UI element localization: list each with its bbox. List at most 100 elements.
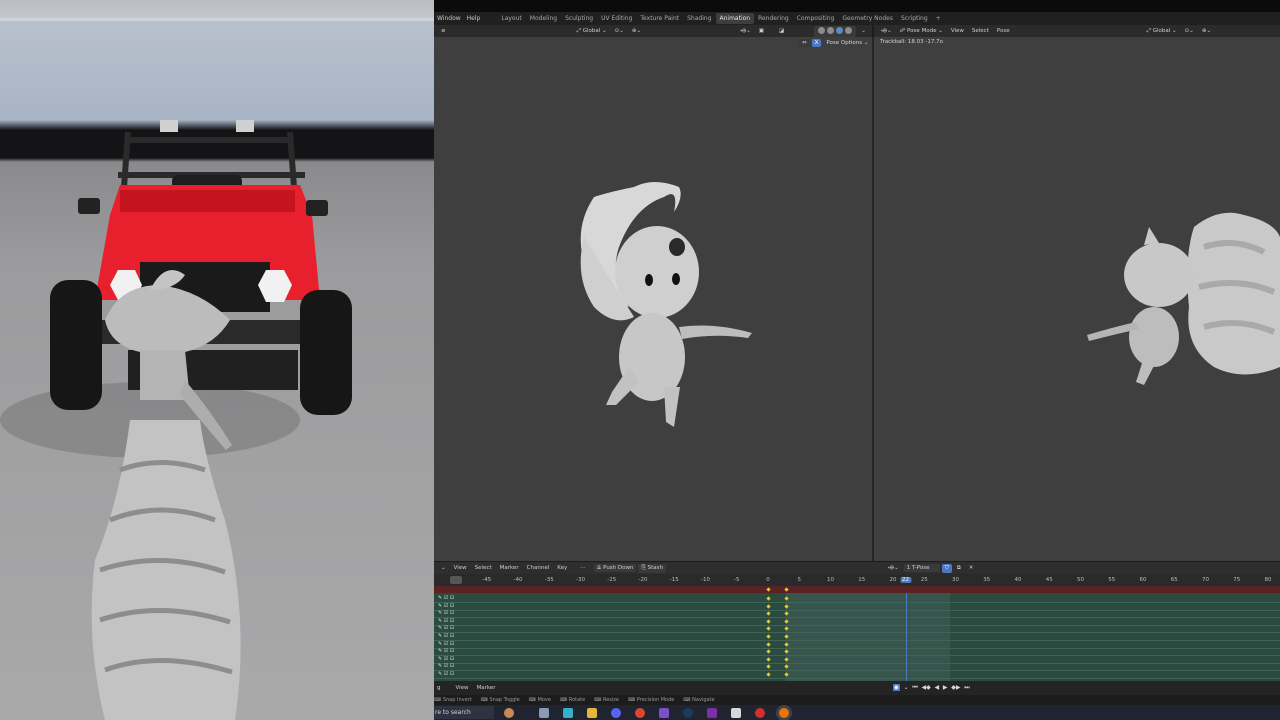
menu-view[interactable]: View	[948, 27, 967, 35]
ds-menu-select[interactable]: Select	[472, 564, 495, 572]
fake-user-icon[interactable]: ⛉	[941, 563, 952, 573]
tab-compositing[interactable]: Compositing	[793, 13, 839, 24]
overlay-icon[interactable]: ▣	[756, 27, 767, 35]
track-row[interactable]	[434, 602, 1280, 603]
jump-start-icon[interactable]: ⏮	[912, 684, 917, 692]
action-browse-icon[interactable]: ⬲⌄	[885, 564, 902, 573]
keyframe[interactable]	[765, 603, 771, 609]
solid-shading-icon[interactable]	[827, 26, 835, 34]
shading-modes[interactable]	[814, 25, 857, 37]
track-row[interactable]	[434, 647, 1280, 649]
keyframe[interactable]	[765, 641, 771, 647]
snap-icon[interactable]: ⊕⌄	[629, 27, 644, 35]
track-row[interactable]	[434, 609, 1280, 611]
menu-window[interactable]: Window	[434, 13, 464, 24]
pose-options-dropdown[interactable]: Pose Options ⌄	[823, 39, 871, 47]
xray-icon[interactable]: ◪	[776, 27, 787, 35]
mode-dropdown[interactable]: ☍ Pose Mode ⌄	[897, 27, 946, 35]
keying-dropdown-icon[interactable]: ⌄	[904, 684, 909, 691]
gizmo-icon[interactable]: ⬲⌄	[737, 27, 754, 36]
ds-menu-marker[interactable]: Marker	[497, 564, 522, 572]
track-row[interactable]	[434, 678, 1280, 679]
summary-keyframe[interactable]	[765, 587, 771, 592]
track-row[interactable]	[434, 670, 1280, 672]
ds-menu-key[interactable]: Key	[554, 564, 570, 572]
steam-icon[interactable]	[683, 707, 693, 718]
left-3d-viewport[interactable]	[434, 37, 872, 561]
track-row[interactable]	[434, 640, 1280, 641]
track-row[interactable]	[434, 655, 1280, 657]
prev-keyframe-icon[interactable]: ◀◆	[922, 684, 931, 691]
jump-end-icon[interactable]: ⏭	[964, 684, 969, 692]
track-row[interactable]	[434, 617, 1280, 619]
record-icon[interactable]: ◉	[892, 684, 900, 691]
editor-type-icon[interactable]: ⬲⌄	[878, 27, 895, 36]
mirror-x-icon[interactable]: ⇔	[799, 39, 810, 47]
menu-pose[interactable]: Pose	[994, 27, 1013, 35]
keyframe[interactable]	[765, 634, 771, 639]
onenote-icon[interactable]	[707, 707, 717, 718]
tab-geometry-nodes[interactable]: Geometry Nodes	[838, 13, 897, 24]
tl-menu-marker[interactable]: Marker	[474, 684, 499, 692]
wireframe-shading-icon[interactable]	[818, 26, 826, 34]
play-reverse-icon[interactable]: ◀	[935, 684, 940, 691]
ds-menu-channel[interactable]: Channel	[524, 564, 553, 572]
track-row[interactable]	[434, 662, 1280, 664]
channel-icons[interactable]: ✎ ☑ ⊡	[438, 625, 454, 631]
play-icon[interactable]: ▶	[943, 684, 948, 691]
right-3d-viewport[interactable]	[874, 37, 1280, 561]
keyframe[interactable]	[765, 664, 771, 670]
keyframe[interactable]	[765, 672, 771, 677]
summary-keyframe[interactable]	[784, 587, 789, 592]
pivot-icon-right[interactable]: ⊙⌄	[1182, 27, 1197, 35]
shading-dropdown-icon[interactable]: ⌄	[858, 27, 869, 35]
keyframe[interactable]	[765, 611, 771, 616]
action-name-field[interactable]: 1 T-Pose	[903, 564, 940, 572]
tab-sculpting[interactable]: Sculpting	[561, 13, 597, 24]
channel-icons[interactable]: ✎ ☑ ⊡	[438, 663, 454, 669]
summary-row[interactable]	[434, 586, 1280, 593]
avatar[interactable]	[504, 707, 514, 718]
keyframe[interactable]	[765, 657, 771, 662]
visual-studio-icon[interactable]	[659, 707, 669, 718]
tab-texture-paint[interactable]: Texture Paint	[636, 13, 683, 24]
hamburger-icon[interactable]: ≡	[438, 27, 449, 35]
tab-shading[interactable]: Shading	[683, 13, 715, 24]
ruler-handle-icon[interactable]	[450, 576, 462, 584]
channel-icons[interactable]: ✎ ☑ ⊡	[438, 603, 454, 609]
tab-animation[interactable]: Animation	[715, 13, 755, 24]
recorder-icon[interactable]	[755, 707, 765, 718]
playhead[interactable]	[905, 593, 907, 681]
dopesheet-collapse-icon[interactable]: ⌄	[438, 564, 449, 572]
channel-icons[interactable]: ✎ ☑ ⊡	[438, 648, 454, 654]
channel-icons[interactable]: ✎ ☑ ⊡	[438, 618, 454, 624]
keyframe[interactable]	[765, 626, 771, 632]
add-workspace-button[interactable]: +	[932, 13, 945, 24]
channel-icons[interactable]: ✎ ☑ ⊡	[438, 610, 454, 616]
mirror-x-toggle[interactable]: X	[811, 39, 822, 47]
push-down-button[interactable]: ⇊ Push Down	[593, 564, 637, 572]
menu-select[interactable]: Select	[969, 27, 992, 35]
next-keyframe-icon[interactable]: ◆▶	[951, 684, 960, 691]
ds-more-icon[interactable]: ⋯	[577, 564, 589, 572]
edge-browser-icon[interactable]	[563, 707, 573, 718]
tl-menu-view[interactable]: View	[453, 684, 472, 692]
unlink-action-icon[interactable]: ✕	[966, 564, 977, 572]
discord-icon[interactable]	[611, 707, 621, 718]
tab-uv-editing[interactable]: UV Editing	[597, 13, 636, 24]
menu-help[interactable]: Help	[464, 13, 484, 24]
keyframe[interactable]	[765, 649, 771, 654]
blender-icon[interactable]	[779, 707, 789, 718]
track-row[interactable]	[434, 624, 1280, 626]
game-view[interactable]	[0, 0, 434, 720]
chrome-icon[interactable]	[635, 707, 645, 718]
channel-icons[interactable]: ✎ ☑ ⊡	[438, 656, 454, 662]
unity-icon[interactable]	[731, 707, 741, 718]
channel-icons[interactable]: ✎ ☑ ⊡	[438, 641, 454, 647]
keyframe[interactable]	[765, 596, 771, 601]
tab-rendering[interactable]: Rendering	[754, 13, 793, 24]
orientation-dropdown[interactable]: ⤢ Global ⌄	[574, 27, 610, 36]
snap-icon-right[interactable]: ⊕⌄	[1199, 27, 1214, 35]
tab-layout[interactable]: Layout	[497, 13, 525, 24]
keyframe[interactable]	[765, 619, 771, 624]
